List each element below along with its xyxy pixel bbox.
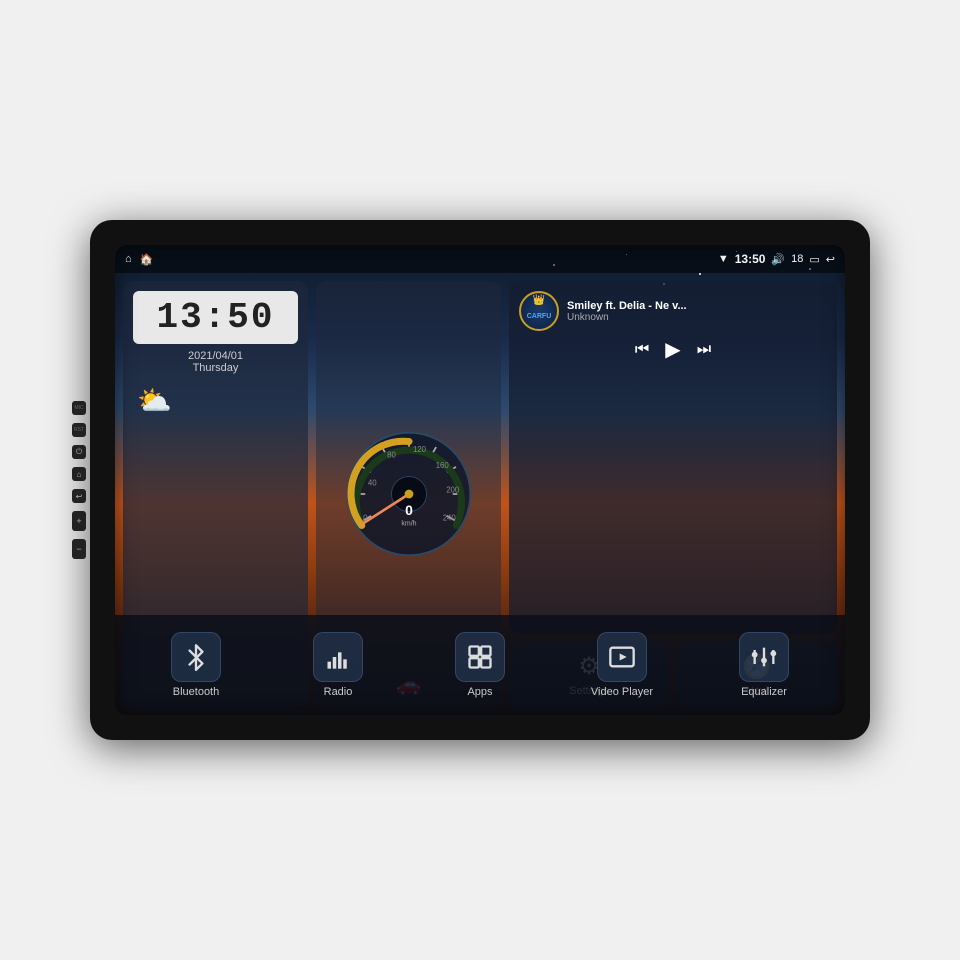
side-buttons: MIC RST ⏻ ⌂ ↩ + −	[72, 401, 86, 559]
volume-icon: 🔊	[771, 253, 785, 266]
back-side-button[interactable]: ↩	[72, 489, 86, 503]
vol-up-button[interactable]: +	[72, 511, 86, 531]
home-side-icon: ⌂	[77, 470, 82, 479]
weather-area: ⛅	[133, 380, 298, 421]
apps-label: Apps	[467, 686, 492, 698]
video-item[interactable]: Video Player	[551, 632, 693, 698]
rst-label: RST	[74, 427, 84, 433]
clock-time: 13:50	[143, 297, 288, 338]
clock-date: 2021/04/01 Thursday	[133, 350, 298, 374]
svg-text:km/h: km/h	[401, 521, 416, 528]
carfu-text: CARFU	[527, 313, 552, 320]
equalizer-item[interactable]: Equalizer	[693, 632, 835, 698]
radio-item[interactable]: Radio	[267, 632, 409, 698]
mic-button[interactable]: MIC	[72, 401, 86, 415]
radio-svg	[324, 643, 352, 671]
equalizer-label: Equalizer	[741, 686, 787, 698]
bottom-bar: Bluetooth Radio	[115, 615, 845, 715]
clock-display: 13:50	[133, 291, 298, 344]
bluetooth-icon-box	[171, 632, 221, 682]
music-controls: ⏮ ▶ ⏭	[519, 337, 827, 362]
next-button[interactable]: ⏭	[697, 341, 711, 359]
crown-icon: 👑	[533, 295, 545, 306]
equalizer-svg	[750, 643, 778, 671]
window-icon: ▭	[809, 253, 819, 266]
vol-up-icon: +	[76, 516, 81, 526]
music-widget: 👑 CARFU Smiley ft. Delia - Ne v... Unkno…	[509, 281, 837, 634]
date-text: 2021/04/01	[133, 350, 298, 362]
screen: ⌂ 🏠 ▼ 13:50 🔊 18 ▭ ↩ 13:50	[115, 245, 845, 715]
apps-item[interactable]: Apps	[409, 632, 551, 698]
music-title: Smiley ft. Delia - Ne v...	[567, 300, 827, 312]
status-left: ⌂ 🏠	[125, 253, 153, 266]
car-head-unit: MIC RST ⏻ ⌂ ↩ + −	[90, 220, 870, 740]
rst-button[interactable]: RST	[72, 423, 86, 437]
music-header: 👑 CARFU Smiley ft. Delia - Ne v... Unkno…	[519, 291, 827, 331]
svg-text:80: 80	[387, 450, 396, 459]
day-text: Thursday	[133, 362, 298, 374]
bluetooth-svg	[182, 643, 210, 671]
status-right: ▼ 13:50 🔊 18 ▭ ↩	[718, 252, 835, 266]
home-side-button[interactable]: ⌂	[72, 467, 86, 481]
bluetooth-item[interactable]: Bluetooth	[125, 632, 267, 698]
bluetooth-label: Bluetooth	[173, 686, 219, 698]
equalizer-icon-box	[739, 632, 789, 682]
weather-icon: ⛅	[137, 384, 172, 417]
svg-text:160: 160	[435, 461, 449, 470]
radio-label: Radio	[324, 686, 353, 698]
mic-label: MIC	[74, 405, 83, 411]
home-status-icon: ⌂	[125, 253, 132, 265]
apps-svg	[466, 643, 494, 671]
play-button[interactable]: ▶	[665, 337, 680, 362]
svg-text:120: 120	[412, 445, 426, 454]
apps-icon-box	[455, 632, 505, 682]
music-info: Smiley ft. Delia - Ne v... Unknown	[567, 300, 827, 323]
back-icon: ↩	[826, 253, 835, 266]
video-icon-box	[597, 632, 647, 682]
back-side-icon: ↩	[76, 492, 83, 501]
video-label: Video Player	[591, 686, 653, 698]
volume-level: 18	[791, 253, 803, 265]
svg-text:200: 200	[446, 485, 460, 494]
music-artist: Unknown	[567, 312, 827, 323]
wifi-icon: ▼	[718, 253, 729, 265]
prev-button[interactable]: ⏮	[635, 341, 649, 359]
status-bar: ⌂ 🏠 ▼ 13:50 🔊 18 ▭ ↩	[115, 245, 845, 273]
speedometer-svg: 0 40 80 120 160 200 240 0	[339, 424, 479, 564]
vol-down-icon: −	[76, 544, 81, 554]
status-time: 13:50	[735, 252, 766, 266]
music-logo: 👑 CARFU	[519, 291, 559, 331]
svg-text:240: 240	[442, 513, 456, 522]
radio-icon-box	[313, 632, 363, 682]
vol-down-button[interactable]: −	[72, 539, 86, 559]
svg-text:40: 40	[367, 478, 376, 487]
svg-text:0: 0	[405, 502, 413, 518]
power-button[interactable]: ⏻	[72, 445, 86, 459]
video-svg	[608, 643, 636, 671]
power-icon: ⏻	[76, 447, 82, 457]
house-status-icon: 🏠	[140, 253, 154, 266]
